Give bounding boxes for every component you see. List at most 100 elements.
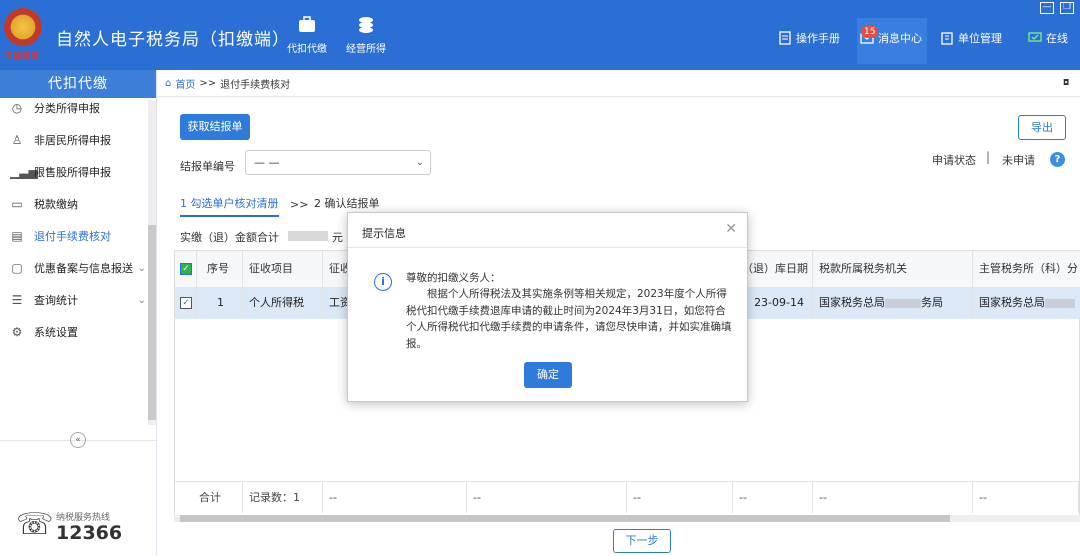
message-center-label: 消息中心	[878, 32, 922, 45]
status-separator: |	[986, 150, 991, 164]
message-count-badge: 15	[861, 26, 879, 38]
breadcrumb: ⌂ 首页 >> 退付手续费核对	[165, 76, 290, 91]
confirm-button[interactable]: 确定	[524, 362, 572, 388]
column-header-item: 征收项目	[243, 251, 323, 287]
briefcase-icon	[299, 16, 315, 32]
bar-chart-icon: ▁▃▅	[10, 165, 38, 179]
unit-management-button[interactable]: 单位管理	[940, 30, 1002, 46]
home-icon: ⌂	[165, 78, 172, 89]
sidebar-item-label: 限售股所得申报	[34, 166, 111, 179]
apply-status-value: 未申请	[1002, 154, 1035, 167]
nav-business-income[interactable]: 经营所得	[336, 14, 396, 55]
sidebar-scrollbar-thumb[interactable]	[148, 225, 156, 420]
chevron-down-icon: ⌄	[137, 262, 146, 274]
redacted-text	[1045, 298, 1075, 308]
step-separator: >>	[290, 198, 309, 211]
select-all-checkbox[interactable]: ✓	[180, 263, 192, 275]
emblem-caption: 中国税务	[4, 51, 40, 60]
footer-count: 记录数：1	[243, 481, 323, 513]
chevron-down-icon: ⌄	[415, 157, 424, 168]
headset-icon: ☏	[16, 507, 54, 542]
notice-dialog: 提示信息 ✕ i 尊敬的扣缴义务人： 根据个人所得税法及其实施条例等相关规定，2…	[347, 212, 748, 402]
chevron-down-icon: ⌄	[137, 294, 146, 306]
footer-dash: --	[323, 481, 467, 513]
breadcrumb-divider	[157, 96, 1080, 97]
tab-menu-icon[interactable]: ◘	[1063, 78, 1069, 87]
manual-button[interactable]: 操作手册	[778, 30, 840, 46]
sidebar-item-query-stats[interactable]: ☰ 查询统计 ⌄	[0, 285, 150, 315]
sidebar-item-label: 税款缴纳	[34, 198, 78, 211]
sidebar-item-classified-income[interactable]: ◷ 分类所得申报	[0, 93, 150, 123]
search-list-icon: ☰	[11, 293, 23, 307]
select-all-cell: ✓	[175, 251, 197, 287]
nav-withholding[interactable]: 代扣代缴	[277, 14, 337, 55]
row-checkbox-cell: ✓	[175, 287, 197, 319]
row-checkbox[interactable]: ✓	[180, 297, 192, 309]
fetch-settlement-button[interactable]: 获取结报单	[180, 114, 250, 140]
sidebar-item-fee-refund[interactable]: ▤ 退付手续费核对	[0, 221, 150, 251]
cell-index: 1	[197, 287, 243, 319]
total-amount-unit: 元	[332, 231, 343, 244]
manual-label: 操作手册	[796, 32, 840, 45]
settlement-number-label: 结报单编号	[180, 160, 235, 173]
breadcrumb-separator: >>	[199, 78, 217, 89]
collapse-sidebar-button[interactable]: «	[70, 432, 86, 448]
sidebar-item-restricted-stock[interactable]: ▁▃▅ 限售股所得申报	[0, 157, 150, 187]
wallet-icon: ▭	[11, 197, 23, 211]
help-icon[interactable]: ?	[1050, 152, 1065, 167]
sidebar-item-nonresident[interactable]: ♙ 非居民所得申报	[0, 125, 150, 155]
footer-dash: --	[467, 481, 627, 513]
sidebar-item-system-settings[interactable]: ⚙ 系统设置	[0, 317, 150, 347]
dialog-greeting: 尊敬的扣缴义务人：	[406, 272, 501, 284]
sidebar-item-label: 分类所得申报	[34, 102, 100, 115]
restore-button[interactable]: ❐	[1060, 2, 1074, 14]
total-amount-label: 实缴（退）金额合计	[180, 231, 279, 244]
dialog-title: 提示信息	[362, 227, 406, 240]
dialog-divider	[348, 247, 747, 248]
dialog-message: 根据个人所得税法及其实施条例等相关规定，2023年度个人所得税代扣代缴手续费退库…	[406, 288, 732, 350]
redacted-text	[885, 298, 921, 308]
redacted-amount	[288, 231, 328, 241]
next-step-button[interactable]: 下一步	[613, 529, 671, 553]
breadcrumb-current: 退付手续费核对	[220, 80, 291, 91]
footer-dash: --	[733, 481, 813, 513]
step-tab-select-list[interactable]: 1 勾选单户核对清册	[180, 195, 279, 217]
info-icon: i	[374, 273, 392, 291]
footer-total: 合计	[175, 481, 243, 513]
sidebar-item-label: 查询统计	[34, 294, 78, 307]
minimize-button[interactable]: —	[1040, 2, 1054, 14]
chat-icon	[1028, 32, 1042, 42]
sidebar-item-tax-payment[interactable]: ▭ 税款缴纳	[0, 189, 150, 219]
app-title: 自然人电子税务局（扣缴端）	[56, 30, 290, 50]
table-scrollbar-thumb[interactable]	[180, 515, 950, 522]
export-button[interactable]: 导出	[1018, 115, 1066, 140]
settlement-number-select[interactable]: — — ⌄	[245, 150, 431, 175]
close-icon[interactable]: ✕	[725, 221, 737, 237]
authority-prefix: 国家税务总局	[819, 296, 885, 309]
cell-item: 个人所得税	[243, 287, 323, 319]
settlement-number-value: — —	[254, 156, 280, 169]
step-tab-confirm-settlement[interactable]: 2 确认结报单	[314, 195, 380, 211]
unit-management-label: 单位管理	[958, 32, 1002, 45]
document-icon: ▤	[11, 229, 23, 243]
footer-dash: --	[813, 481, 973, 513]
sidebar-item-label: 系统设置	[34, 326, 78, 339]
apply-status-label: 申请状态	[932, 154, 976, 167]
footer-dash: --	[973, 481, 1079, 513]
sidebar-item-preferential-filing[interactable]: ▢ 优惠备案与信息报送 ⌄	[0, 253, 150, 283]
column-header-index: 序号	[197, 251, 243, 287]
nav-business-income-label: 经营所得	[346, 44, 386, 55]
cell-office: 国家税务总局	[973, 287, 1080, 319]
breadcrumb-home-link[interactable]: 首页	[175, 76, 195, 91]
online-service-button[interactable]: 在线	[1028, 30, 1068, 46]
nav-withholding-label: 代扣代缴	[287, 44, 327, 55]
coins-icon	[359, 17, 373, 33]
column-header-authority: 税款所属税务机关	[813, 251, 973, 287]
authority-suffix: 务局	[921, 296, 943, 309]
building-icon	[941, 32, 953, 45]
hotline-number: 12366	[56, 522, 123, 544]
clock-icon: ◷	[11, 101, 23, 115]
person-icon: ♙	[11, 133, 23, 147]
column-header-office: 主管税务所（科）分	[973, 251, 1080, 287]
sidebar-item-label: 退付手续费核对	[34, 230, 111, 243]
